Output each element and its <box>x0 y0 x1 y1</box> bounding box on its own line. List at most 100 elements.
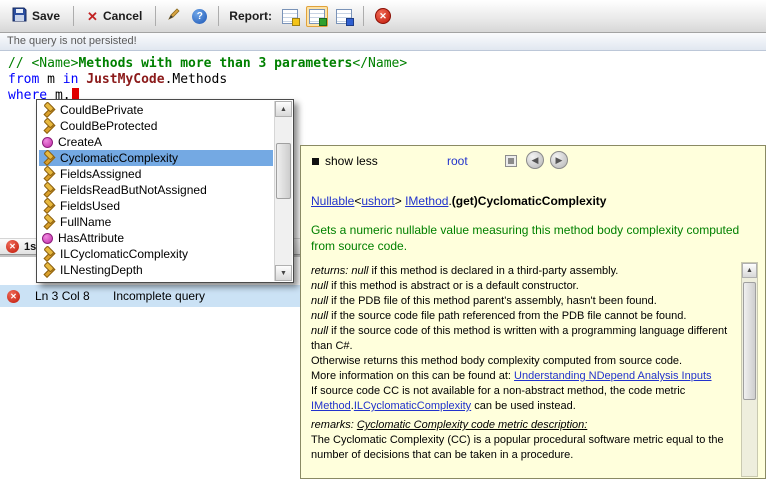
root-link[interactable]: root <box>447 154 468 168</box>
help-icon: ? <box>192 8 208 24</box>
report-export-green-button[interactable] <box>305 5 328 27</box>
black-square-icon <box>312 157 319 165</box>
property-icon <box>42 104 55 117</box>
intellisense-item-label: CouldBePrivate <box>60 103 144 117</box>
toolbar-separator <box>155 6 157 26</box>
intellisense-item[interactable]: CyclomaticComplexity <box>39 150 273 166</box>
intellisense-item[interactable]: HasAttribute <box>39 230 273 246</box>
intellisense-item-label: CyclomaticComplexity <box>60 151 179 165</box>
cancel-button-label: Cancel <box>102 9 143 23</box>
cancel-button[interactable]: ✕ Cancel <box>82 6 147 26</box>
red-cross-icon: ✕ <box>374 8 391 24</box>
report-label: Report: <box>229 9 272 23</box>
doc-paragraph: null if this method is abstract or is a … <box>311 279 737 294</box>
documentation-popup: show less root ◀ ▶ Nullable<ushort> IMet… <box>300 145 766 479</box>
signature-link[interactable]: IMethod <box>405 194 448 208</box>
toolbar-separator <box>73 6 75 26</box>
intellisense-popup: CouldBePrivate CouldBeProtected CreateA Cyc… <box>36 99 294 283</box>
doc-paragraph: null if the source code file path refere… <box>311 309 737 324</box>
code-token: m <box>39 72 63 87</box>
intellisense-list: CouldBePrivate CouldBeProtected CreateA Cyc… <box>39 102 273 280</box>
stop-button[interactable] <box>505 155 517 167</box>
report-sheet-green-icon <box>308 8 327 26</box>
query-result-text: 1s <box>24 240 37 253</box>
signature-link[interactable]: Nullable <box>311 194 354 208</box>
property-icon <box>42 216 55 229</box>
doc-paragraph: More information on this can be found at… <box>311 369 737 384</box>
report-export-yellow-button[interactable] <box>279 6 301 27</box>
save-icon <box>12 7 27 25</box>
property-icon <box>42 184 55 197</box>
intellisense-item[interactable]: ILCyclomaticComplexity <box>39 246 273 262</box>
scrollbar-thumb[interactable] <box>276 143 291 199</box>
intellisense-item[interactable]: FieldsUsed <box>39 198 273 214</box>
doc-paragraph: If source code CC is not available for a… <box>311 384 737 414</box>
intellisense-item[interactable]: CouldBeProtected <box>39 118 273 134</box>
intellisense-item[interactable]: CouldBePrivate <box>39 102 273 118</box>
show-less-button[interactable]: show less <box>312 154 378 168</box>
nav-back-button[interactable]: ◀ <box>526 151 544 169</box>
code-token: Methods with more than 3 parameters <box>78 56 353 71</box>
property-icon <box>42 200 55 213</box>
code-token: .Methods <box>164 72 228 87</box>
code-token: JustMyCode <box>86 72 165 87</box>
text-run: More information on this can be found at… <box>311 370 515 382</box>
toolbar-separator <box>362 6 364 26</box>
doc-link[interactable]: ILCyclomaticComplexity <box>354 400 471 412</box>
intellisense-item[interactable]: FieldsReadButNotAssigned <box>39 182 273 198</box>
doc-link[interactable]: Understanding NDepend Analysis Inputs <box>514 370 712 382</box>
edit-query-button[interactable] <box>164 4 184 29</box>
scroll-up-button[interactable]: ▲ <box>275 101 292 117</box>
report-sheet-yellow-icon <box>281 8 300 26</box>
doc-paragraph: The Cyclomatic Complexity (CC) is a popu… <box>311 433 737 463</box>
doc-paragraph: null if the source code of this method i… <box>311 324 737 354</box>
intellisense-item-label: ILCyclomaticComplexity <box>60 247 189 261</box>
code-line: from m in JustMyCode.Methods <box>8 72 766 88</box>
text-run: null <box>311 310 329 322</box>
signature-link[interactable]: ushort <box>361 194 394 208</box>
text-run: Cyclomatic Complexity code metric descri… <box>356 419 588 431</box>
property-icon <box>42 120 55 133</box>
doc-scrollbar[interactable]: ▲ <box>741 262 758 477</box>
doc-link[interactable]: IMethod <box>311 400 351 412</box>
toolbar: Save ✕ Cancel ? Report: ✕ <box>0 0 766 33</box>
doc-scrollbar-thumb[interactable] <box>743 282 756 400</box>
show-less-label: show less <box>325 154 378 168</box>
report-export-blue-button[interactable] <box>333 6 355 27</box>
code-token: // <Name> <box>8 56 79 71</box>
code-line: // <Name>Methods with more than 3 parame… <box>8 56 766 72</box>
doc-paragraph: Otherwise returns this method body compl… <box>311 354 737 369</box>
doc-paragraph: remarks: Cyclomatic Complexity code metr… <box>311 418 737 433</box>
intellisense-item-label: ILNestingDepth <box>60 263 143 277</box>
text-run: if the PDB file of this method parent's … <box>328 295 657 307</box>
ndepend-query-editor-window: Save ✕ Cancel ? Report: ✕ The query is n… <box>0 0 766 479</box>
intellisense-item-label: HasAttribute <box>58 231 125 245</box>
text-run: if the source code file path referenced … <box>328 310 687 322</box>
text-run: null <box>351 265 369 277</box>
intellisense-scrollbar[interactable]: ▲ ▼ <box>274 101 292 281</box>
property-icon <box>42 152 55 165</box>
intellisense-item-label: CreateA <box>58 135 103 149</box>
doc-scroll-up-button[interactable]: ▲ <box>742 263 757 278</box>
method-icon <box>42 232 53 244</box>
intellisense-item[interactable]: FieldsAssigned <box>39 166 273 182</box>
intellisense-item-label: FieldsAssigned <box>60 167 142 181</box>
error-message: Incomplete query <box>113 289 206 303</box>
doc-paragraph: null if the PDB file of this method pare… <box>311 294 737 309</box>
property-icon <box>42 264 55 277</box>
help-button[interactable]: ? <box>189 6 210 27</box>
intellisense-item[interactable]: ILNestingDepth <box>39 262 273 278</box>
text-run: null <box>311 295 329 307</box>
save-button[interactable]: Save <box>7 4 65 28</box>
intellisense-item[interactable]: CreateA <box>39 134 273 150</box>
intellisense-item[interactable]: FullName <box>39 214 273 230</box>
property-icon <box>42 168 55 181</box>
property-icon <box>42 248 55 261</box>
remove-report-button[interactable]: ✕ <box>372 5 394 27</box>
method-icon <box>42 136 53 148</box>
text-run: null <box>311 280 329 292</box>
nav-forward-button[interactable]: ▶ <box>550 151 568 169</box>
scroll-down-button[interactable]: ▼ <box>275 265 292 281</box>
persistence-info-bar: The query is not persisted! <box>0 33 766 51</box>
text-run: if this method is abstract or is a defau… <box>328 280 579 292</box>
